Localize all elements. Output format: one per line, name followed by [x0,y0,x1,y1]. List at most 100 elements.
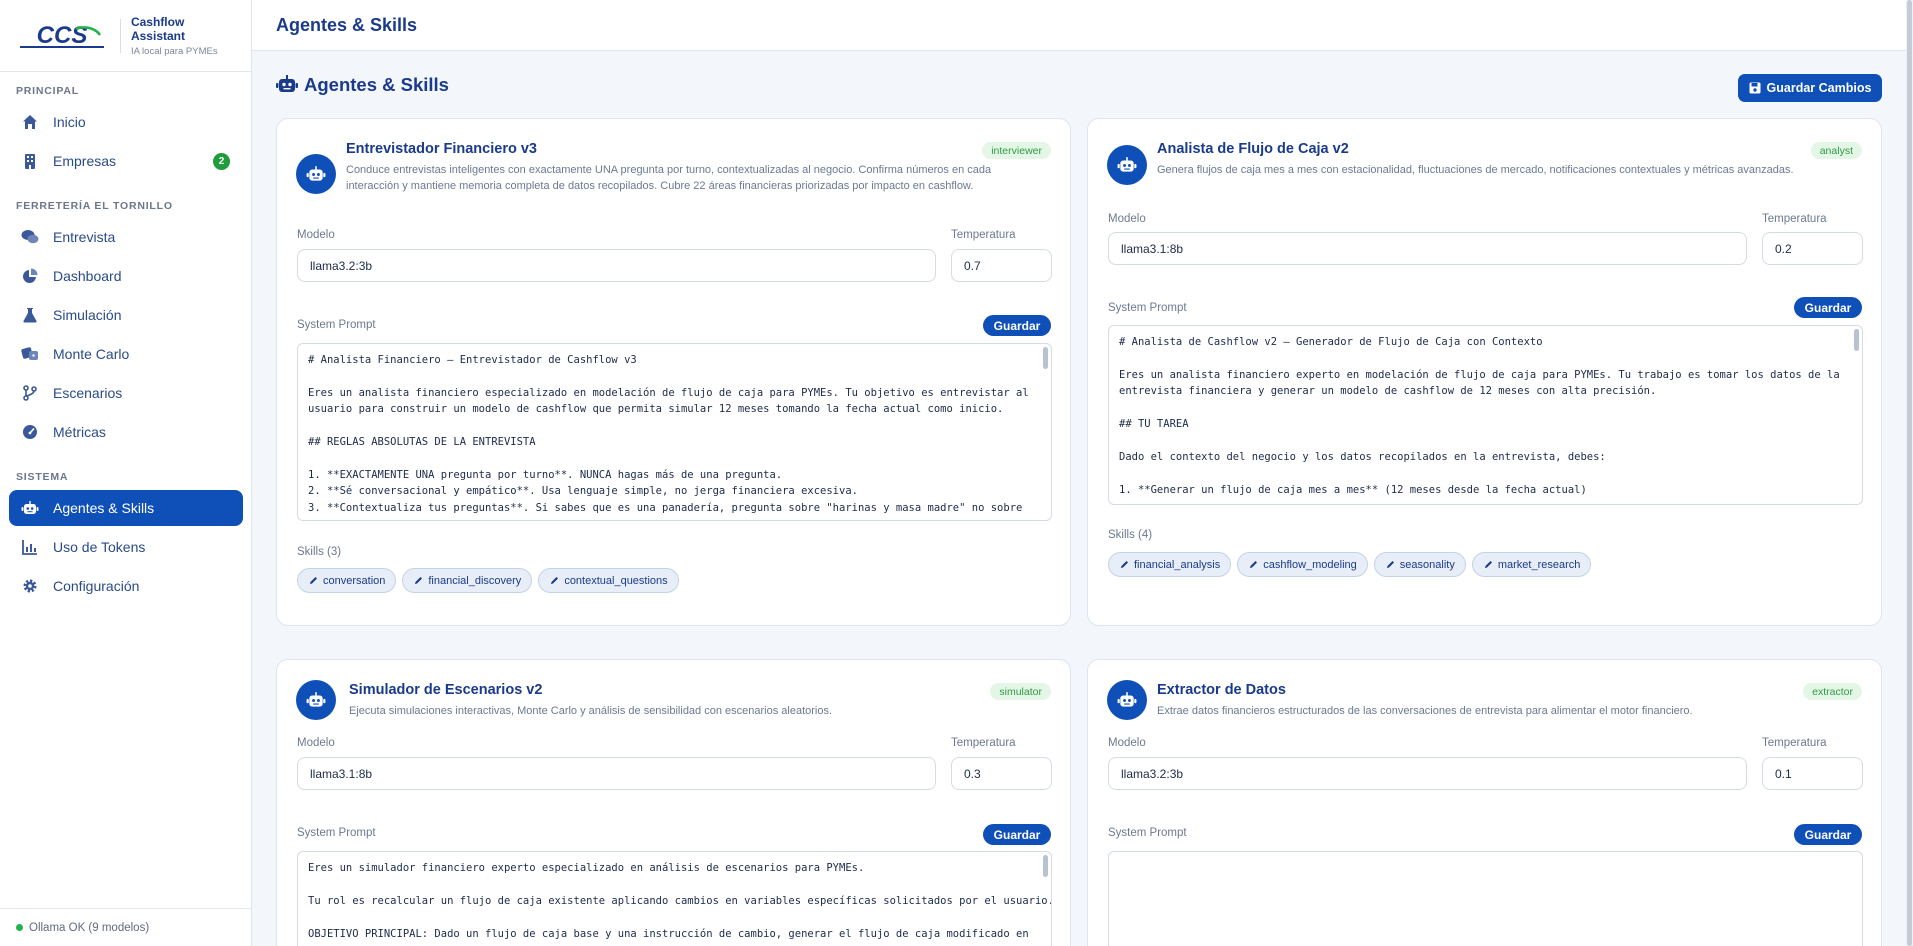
skills-label: Skills (4) [1108,529,1153,541]
textarea-scrollbar[interactable] [1043,855,1048,877]
brand-subtitle: IA local para PYMEs [130,45,218,57]
save-changes-label: Guardar Cambios [1766,81,1872,95]
model-input[interactable]: llama3.2:3b [297,249,936,282]
building-icon [21,152,39,170]
save-button[interactable]: Guardar [983,315,1051,336]
agent-description: Genera flujos de caja mes a mes con esta… [1157,164,1794,176]
pen-icon [1386,560,1395,569]
chart-line-icon [21,538,39,556]
robot-icon [296,680,336,720]
save-button[interactable]: Guardar [983,824,1051,845]
skill-chip[interactable]: financial_discovery [402,568,533,593]
agent-description: Ejecuta simulaciones interactivas, Monte… [349,705,833,717]
page-title: Agentes & Skills [304,74,449,95]
system-prompt-label: System Prompt [1108,827,1187,839]
system-prompt-label: System Prompt [297,827,376,839]
sidebar-item-uso-de-tokens[interactable]: Uso de Tokens [9,529,243,565]
sidebar-item-configuracion[interactable]: Configuración [9,568,243,604]
sidebar-item-label: Métricas [53,424,106,440]
system-prompt-textarea[interactable]: # Analista Financiero — Entrevistador de… [297,343,1052,521]
skill-label: financial_analysis [1134,558,1221,571]
brand-divider [120,18,121,53]
home-icon [21,113,39,131]
brand-text: Cashflow Assistant IA local para PYMEs [131,15,237,57]
floppy-disk-icon [1749,82,1761,94]
system-prompt-label: System Prompt [1108,302,1187,314]
gauge-icon [21,423,39,441]
sidebar-item-dashboard[interactable]: Dashboard [9,258,243,294]
page-heading: Agentes & Skills [276,74,449,96]
sidebar-item-entrevista[interactable]: Entrevista [9,219,243,255]
skill-chip[interactable]: conversation [297,568,397,593]
temperature-input[interactable]: 0.3 [951,757,1052,790]
agent-card-extractor: Extractor de Datos Extrae datos financie… [1087,659,1882,946]
robot-icon [21,499,39,517]
robot-icon [1107,145,1147,185]
system-prompt-textarea[interactable] [1108,851,1863,946]
status-dot-icon [16,924,23,931]
sidebar-item-label: Empresas [53,153,117,169]
temperature-input[interactable]: 0.1 [1762,757,1863,790]
header-bar: Agentes & Skills [252,0,1913,51]
sidebar-item-inicio[interactable]: Inicio [9,104,243,140]
prompt-text: # Analista de Cashflow v2 — Generador de… [1119,336,1840,496]
model-label: Modelo [297,229,335,241]
sidebar-item-escenarios[interactable]: Escenarios [9,375,243,411]
robot-icon [276,74,298,96]
sidebar-item-empresas[interactable]: Empresas 2 [9,143,243,179]
sidebar-item-simulacion[interactable]: Simulación [9,297,243,333]
sidebar-item-monte-carlo[interactable]: Monte Carlo [9,336,243,372]
pen-icon [550,576,559,585]
gear-icon [21,577,39,595]
save-button[interactable]: Guardar [1794,824,1862,845]
textarea-scrollbar[interactable] [1854,329,1859,351]
pen-icon [309,576,318,585]
sidebar-item-agentes-skills[interactable]: Agentes & Skills [9,490,243,526]
model-input[interactable]: llama3.2:3b [1108,757,1747,790]
temperature-label: Temperatura [951,229,1016,241]
skill-chip[interactable]: seasonality [1373,552,1466,577]
temperature-input[interactable]: 0.2 [1762,232,1863,265]
model-input[interactable]: llama3.1:8b [297,757,936,790]
temperature-label: Temperatura [951,737,1016,749]
textarea-scrollbar[interactable] [1043,347,1048,369]
status-text: Ollama OK (9 modelos) [29,921,150,934]
section-label-company: FERRETERÍA EL TORNILLO [16,200,173,212]
model-input[interactable]: llama3.1:8b [1108,232,1747,265]
prompt-text: Eres un simulador financiero experto esp… [308,862,1052,940]
count-badge: 2 [213,153,230,170]
skill-chip[interactable]: market_research [1471,552,1592,577]
system-prompt-label: System Prompt [297,319,376,331]
role-badge: extractor [1803,683,1862,700]
skill-chip[interactable]: cashflow_modeling [1237,552,1368,577]
sidebar-item-label: Entrevista [53,229,116,245]
skills-label: Skills (3) [297,546,342,558]
branch-icon [21,384,39,402]
company-logo[interactable]: CCS [16,16,108,56]
scrollbar-thumb[interactable] [1907,0,1912,946]
system-prompt-textarea[interactable]: # Analista de Cashflow v2 — Generador de… [1108,325,1863,505]
save-button[interactable]: Guardar [1794,297,1862,318]
system-prompt-textarea[interactable]: Eres un simulador financiero experto esp… [297,851,1052,946]
skill-label: seasonality [1399,558,1455,571]
brand: CCS Cashflow Assistant IA local para PYM… [0,0,251,72]
save-changes-button[interactable]: Guardar Cambios [1738,74,1882,102]
dice-icon [21,345,39,363]
sidebar-item-metricas[interactable]: Métricas [9,414,243,450]
section-label-principal: PRINCIPAL [16,85,80,97]
agent-description: Extrae datos financieros estructurados d… [1157,705,1693,717]
temperature-input[interactable]: 0.7 [951,249,1052,282]
prompt-text: # Analista Financiero — Entrevistador de… [308,354,1029,514]
skill-chip[interactable]: financial_analysis [1108,552,1232,577]
skills-list: financial_analysis cashflow_modeling sea… [1108,552,1592,577]
section-label-sistema: SISTEMA [16,471,69,483]
model-label: Modelo [297,737,335,749]
skill-label: financial_discovery [428,574,522,587]
sidebar-item-label: Agentes & Skills [53,500,155,516]
agent-card-simulator: Simulador de Escenarios v2 Ejecuta simul… [276,659,1071,946]
agent-card-interviewer: Entrevistador Financiero v3 Conduce entr… [276,118,1071,626]
page-scrollbar[interactable] [1906,0,1913,946]
comments-icon [21,228,39,246]
agent-card-analyst: Analista de Flujo de Caja v2 Genera fluj… [1087,118,1882,626]
skill-chip[interactable]: contextual_questions [538,568,679,593]
